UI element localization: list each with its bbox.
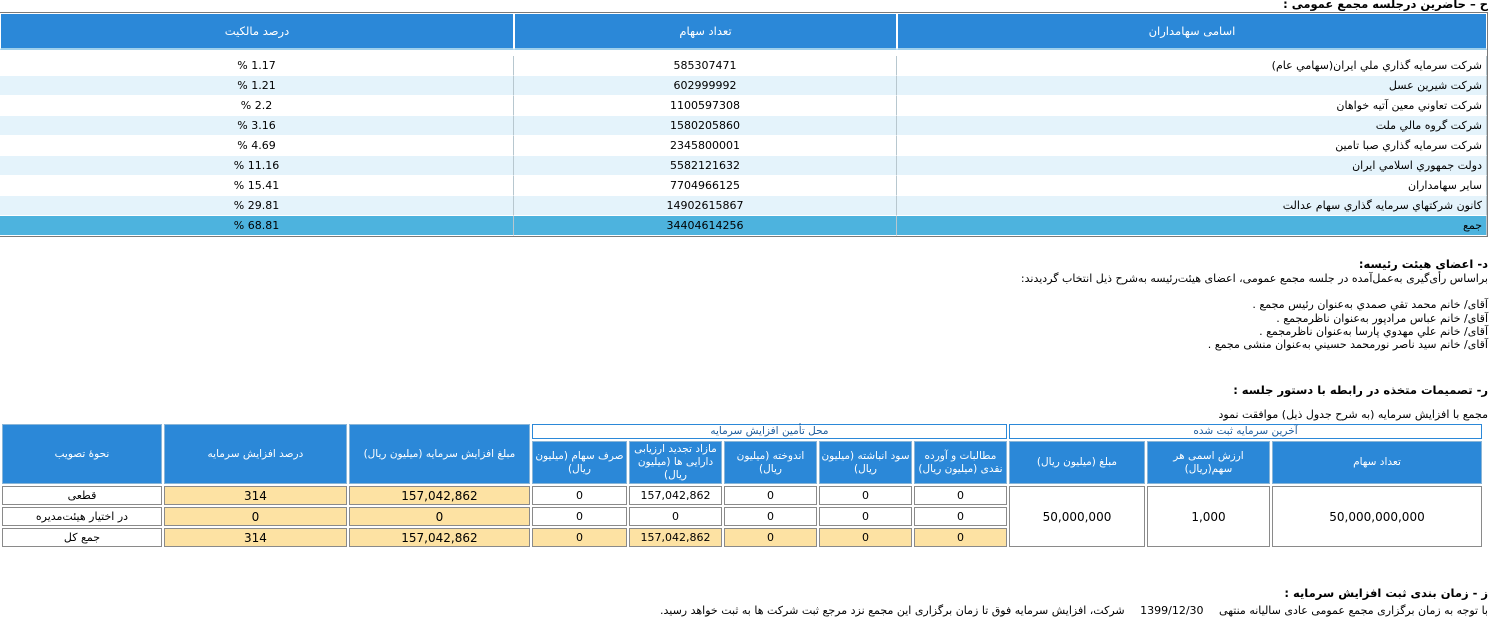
registration-date: 1399/12/30 — [1140, 604, 1204, 617]
shareholders-table: اسامی سهامداران تعداد سهام درصد مالکیت ش… — [0, 12, 1488, 237]
receivables-cash: 0 — [913, 486, 1007, 505]
share-count: 7704966125 — [514, 176, 897, 196]
increase-percent: 314 — [163, 486, 347, 505]
increase-amount: 0 — [348, 507, 530, 526]
revaluation-surplus: 0 — [628, 507, 722, 526]
approval-method: قطعی — [2, 486, 162, 505]
increase-percent: 0 — [163, 507, 347, 526]
group-capital-sources: محل تأمین افزایش سرمایه — [531, 424, 1007, 439]
share-premium: 0 — [531, 486, 627, 505]
shareholder-name: شركت گروه مالي ملت — [897, 116, 1487, 136]
decisions-section-title: ر- تصميمات متخذه در رابطه با دستور جلسه … — [1233, 383, 1488, 397]
registration-section-title: ز - زمان بندی ثبت افزايش سرمايه : — [1284, 586, 1488, 600]
header-increase-amount: مبلغ افزایش سرمایه (میلیون ریال) — [348, 424, 530, 484]
reserve: 0 — [723, 528, 817, 547]
shareholder-name: شركت سرمايه گذاري صبا تامين — [897, 136, 1487, 156]
table-row: شركت گروه مالي ملت 1580205860 3.16 % — [0, 116, 1487, 136]
share-count: 5582121632 — [514, 156, 897, 176]
share-count: 1580205860 — [514, 116, 897, 136]
header-nominal-value: ارزش اسمی هر سهم(ریال) — [1147, 441, 1270, 484]
shareholder-name: شركت تعاوني معين آتيه خواهان — [897, 96, 1487, 116]
accumulated-profit: 0 — [818, 486, 912, 505]
board-member-chair: آقای/ خانم محمد تقي صمدي به‌عنوان رئيس م… — [1252, 298, 1488, 311]
shareholder-name: كانون شركتهاي سرمايه گذاري سهام عدالت — [897, 196, 1487, 216]
group-last-registered-capital: آخرین سرمایه ثبت شده — [1008, 424, 1482, 439]
header-accumulated-profit: سود انباشته (میلیون ریال) — [818, 441, 912, 484]
board-member-observer-1: آقای/ خانم عباس مرادپور به‌عنوان ناظرمجم… — [1276, 312, 1488, 325]
shareholder-name: دولت جمهوري اسلامي ايران — [897, 156, 1487, 176]
shareholder-name: ساير سهامداران — [897, 176, 1487, 196]
total-label: جمع — [897, 216, 1487, 236]
header-reserve: اندوخته (میلیون ریال) — [723, 441, 817, 484]
ownership-percent: 1.21 % — [0, 76, 514, 96]
share-count: 14902615867 — [514, 196, 897, 216]
header-approval-method: نحوۀ تصویب — [2, 424, 162, 484]
header-revaluation-surplus: مازاد تجدید ارزیابی دارایی ها (میلیون ری… — [628, 441, 722, 484]
registration-text: با توجه به زمان برگزاری مجمع عمومی عادی … — [660, 604, 1488, 617]
header-ownership-percent: درصد مالکیت — [0, 13, 514, 50]
reserve: 0 — [723, 486, 817, 505]
revaluation-surplus: 157,042,862 — [628, 486, 722, 505]
accumulated-profit: 0 — [818, 507, 912, 526]
receivables-cash: 0 — [913, 507, 1007, 526]
share-count: 2345800001 — [514, 136, 897, 156]
share-count: 585307471 — [514, 56, 897, 76]
board-intro-text: براساس رأی‌گيری به‌عمل‌آمده در جلسه مجمع… — [1020, 272, 1488, 285]
table-row: 50,000,000,000 1,000 50,000,000 0 0 0 15… — [2, 486, 1482, 547]
total-percent: 68.81 % — [0, 216, 514, 236]
increase-amount: 157,042,862 — [348, 486, 530, 505]
header-amount: مبلغ (میلیون ریال) — [1008, 441, 1145, 484]
approval-method: جمع کل — [2, 528, 162, 547]
header-share-count: تعداد سهام — [514, 13, 897, 50]
reserve: 0 — [723, 507, 817, 526]
last-nominal-value: 1,000 — [1147, 486, 1270, 547]
ownership-percent: 15.41 % — [0, 176, 514, 196]
table-row: كانون شركتهاي سرمايه گذاري سهام عدالت 14… — [0, 196, 1487, 216]
table-row: شركت سرمايه گذاري ملي ايران(سهامي عام) 5… — [0, 56, 1487, 76]
receivables-cash: 0 — [913, 528, 1007, 547]
ownership-percent: 1.17 % — [0, 56, 514, 76]
table-row: ساير سهامداران 7704966125 15.41 % — [0, 176, 1487, 196]
shareholder-name: شركت شيرين عسل — [897, 76, 1487, 96]
capital-increase-table: آخرین سرمایه ثبت شده محل تأمین افزایش سر… — [0, 422, 1484, 549]
share-count: 1100597308 — [514, 96, 897, 116]
registration-text-prefix: با توجه به زمان برگزاری مجمع عمومی عادی … — [1219, 604, 1488, 617]
total-shares: 34404614256 — [514, 216, 897, 236]
board-member-secretary: آقای/ خانم سيد ناصر نورمحمد حسيني به‌عنو… — [1207, 338, 1488, 351]
decisions-approval-text: مجمع با افزایش سرمایه (به شرح جدول ذیل) … — [1218, 408, 1488, 421]
header-share-premium: صرف سهام (میلیون ریال) — [531, 441, 627, 484]
board-member-observer-2: آقای/ خانم علي مهدوي پارسا به‌عنوان ناظر… — [1259, 325, 1488, 338]
share-count: 602999992 — [514, 76, 897, 96]
section-attendees-title: ح – حاضرين درجلسه مجمع عمومی : — [1283, 0, 1488, 11]
share-premium: 0 — [531, 507, 627, 526]
registration-text-suffix: شرکت، افزايش سرمايه فوق تا زمان برگزاری … — [659, 604, 1125, 617]
table-row: شركت سرمايه گذاري صبا تامين 2345800001 4… — [0, 136, 1487, 156]
header-shares-count: تعداد سهام — [1272, 441, 1482, 484]
header-increase-percent: درصد افزایش سرمایه — [163, 424, 347, 484]
shareholder-name: شركت سرمايه گذاري ملي ايران(سهامي عام) — [897, 56, 1487, 76]
header-receivables-cash: مطالبات و آورده نقدی (میلیون ریال) — [913, 441, 1007, 484]
ownership-percent: 3.16 % — [0, 116, 514, 136]
approval-method: در اختیار هیئت‌مدیره — [2, 507, 162, 526]
table-total-row: جمع 34404614256 68.81 % — [0, 216, 1487, 236]
header-shareholder-names: اسامی سهامداران — [897, 13, 1487, 50]
increase-percent: 314 — [163, 528, 347, 547]
increase-amount: 157,042,862 — [348, 528, 530, 547]
board-section-title: د- اعضای هيئت رئيسه: — [1358, 257, 1488, 271]
ownership-percent: 11.16 % — [0, 156, 514, 176]
ownership-percent: 29.81 % — [0, 196, 514, 216]
ownership-percent: 4.69 % — [0, 136, 514, 156]
ownership-percent: 2.2 % — [0, 96, 514, 116]
accumulated-profit: 0 — [818, 528, 912, 547]
table-row: شركت تعاوني معين آتيه خواهان 1100597308 … — [0, 96, 1487, 116]
last-shares-count: 50,000,000,000 — [1272, 486, 1482, 547]
table-row: دولت جمهوري اسلامي ايران 5582121632 11.1… — [0, 156, 1487, 176]
table-row: شركت شيرين عسل 602999992 1.21 % — [0, 76, 1487, 96]
share-premium: 0 — [531, 528, 627, 547]
revaluation-surplus: 157,042,862 — [628, 528, 722, 547]
last-amount: 50,000,000 — [1008, 486, 1145, 547]
